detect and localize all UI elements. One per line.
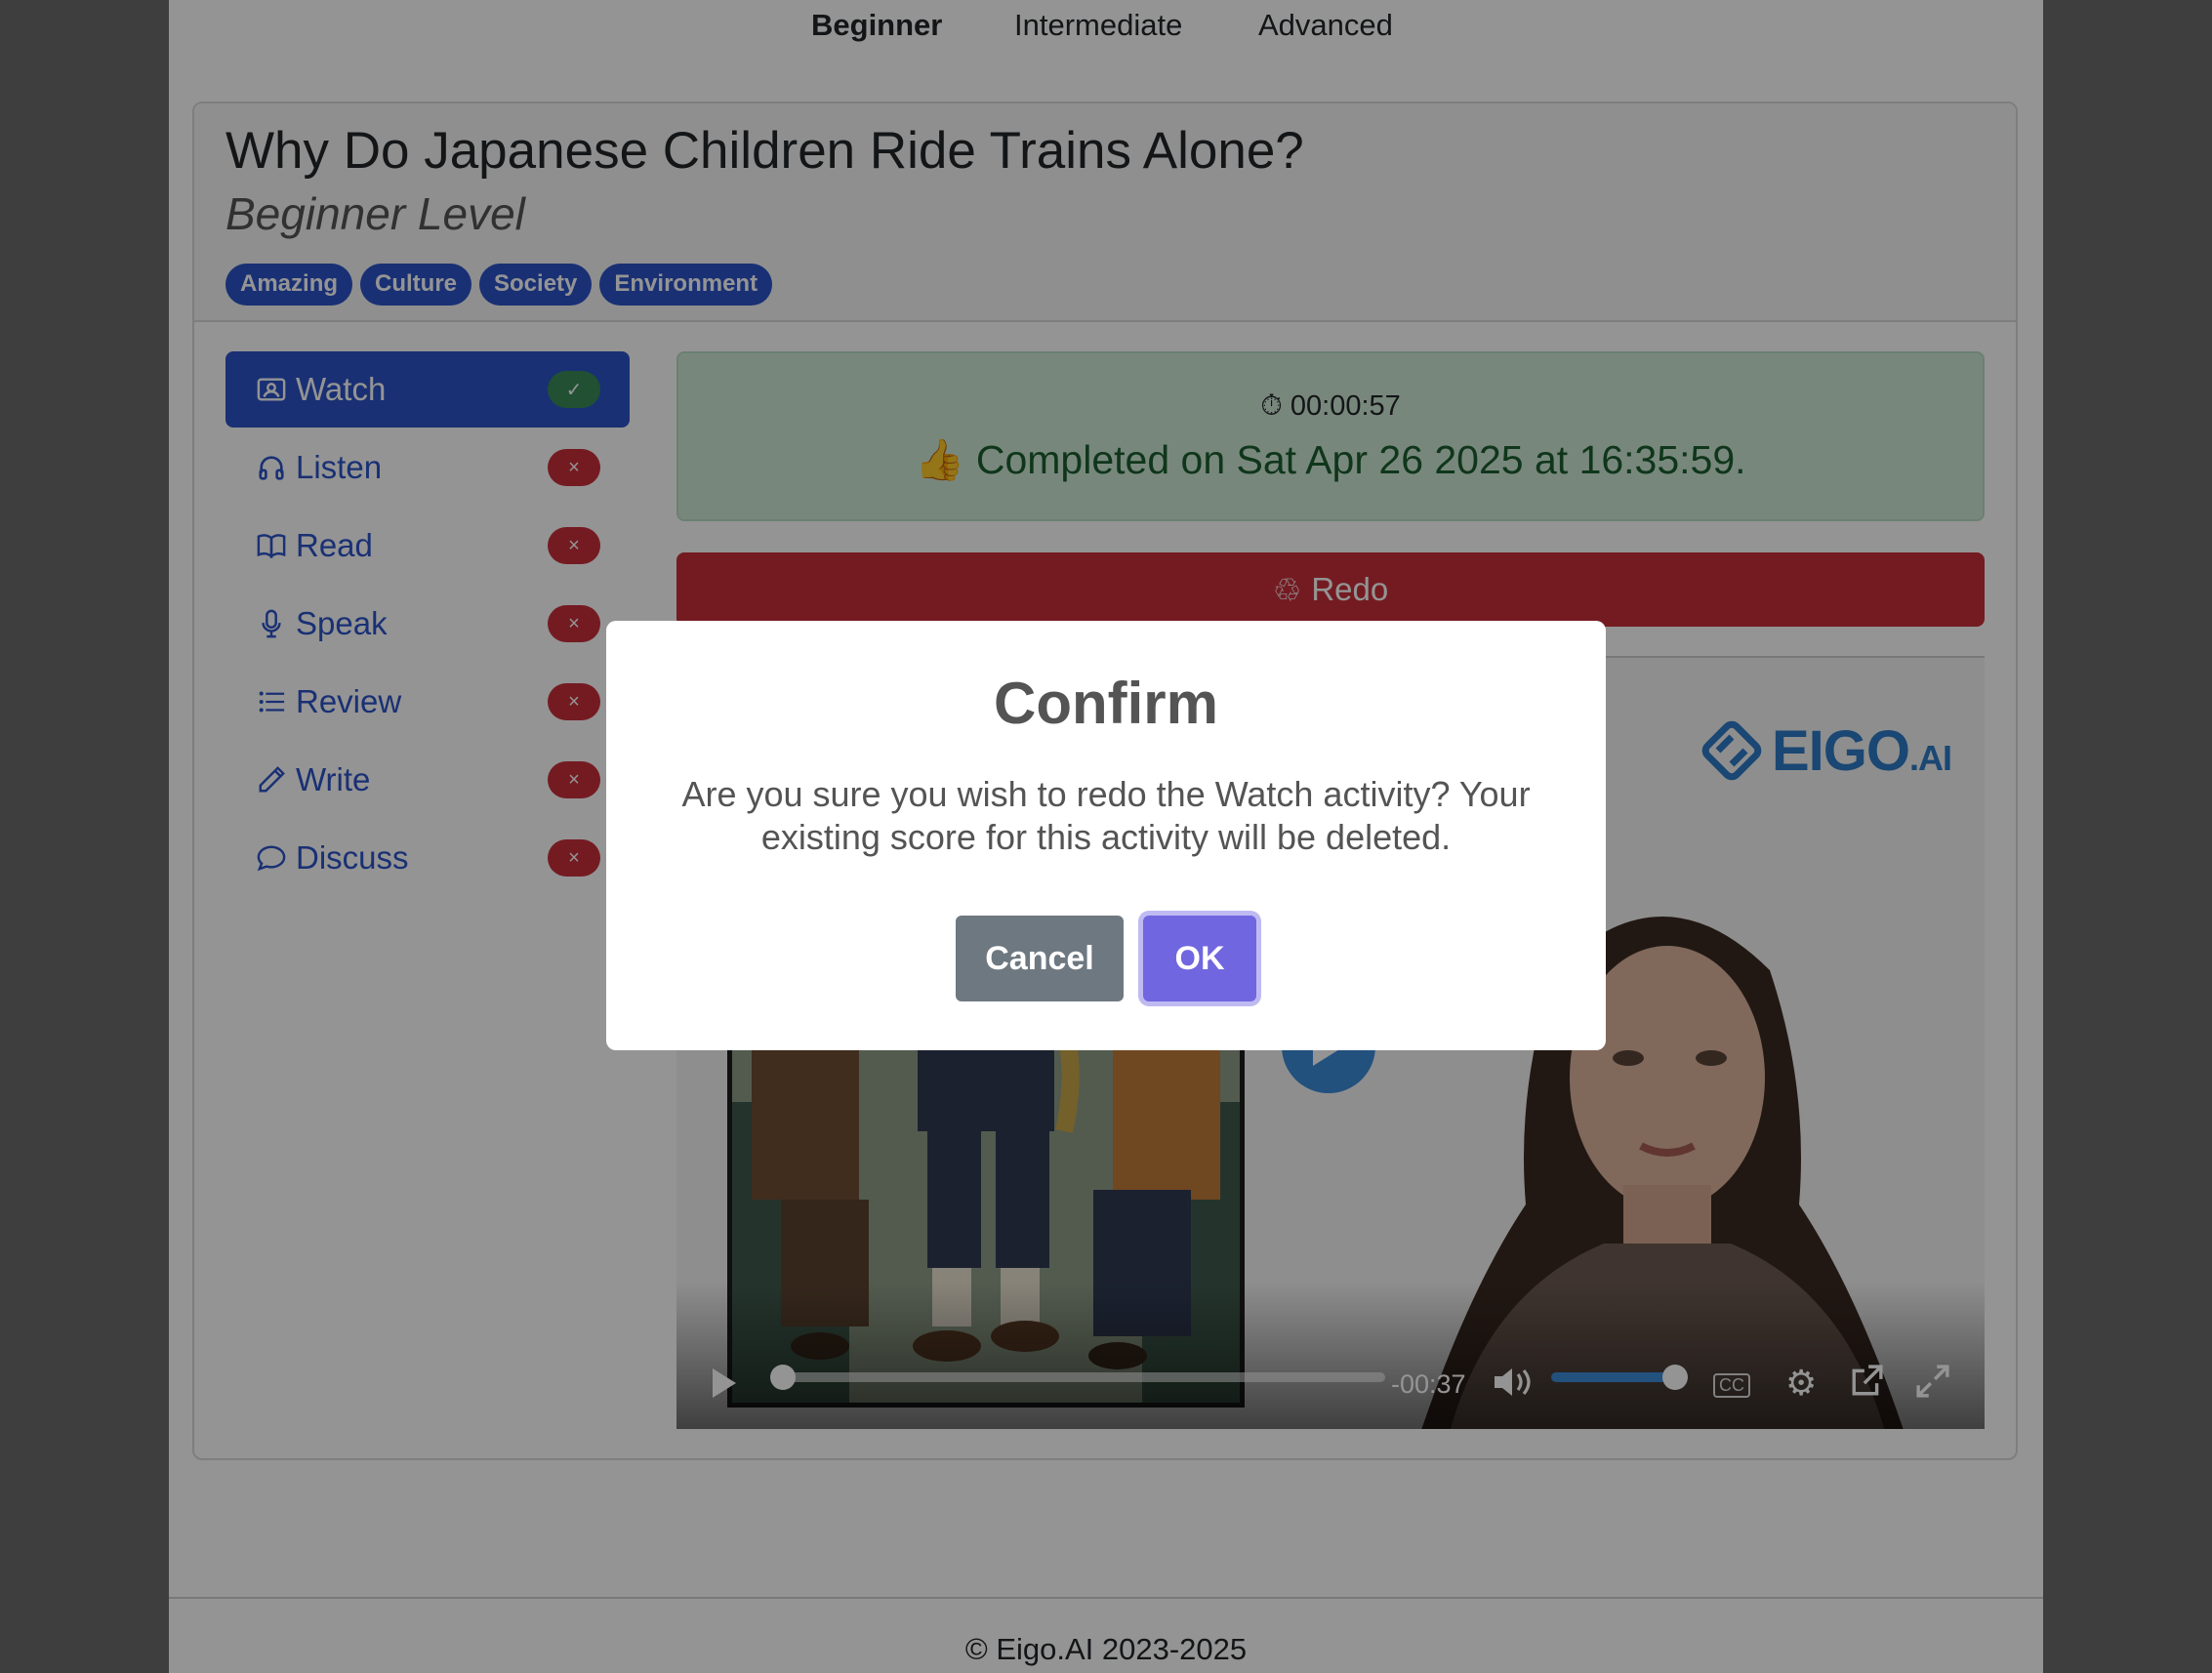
confirm-dialog: Confirm Are you sure you wish to redo th…	[606, 621, 1606, 1050]
cancel-button[interactable]: Cancel	[956, 916, 1124, 1001]
dialog-title: Confirm	[994, 671, 1218, 736]
dialog-message: Are you sure you wish to redo the Watch …	[681, 774, 1531, 857]
dialog-actions: Cancel OK	[606, 916, 1606, 1001]
ok-button[interactable]: OK	[1143, 916, 1256, 1001]
